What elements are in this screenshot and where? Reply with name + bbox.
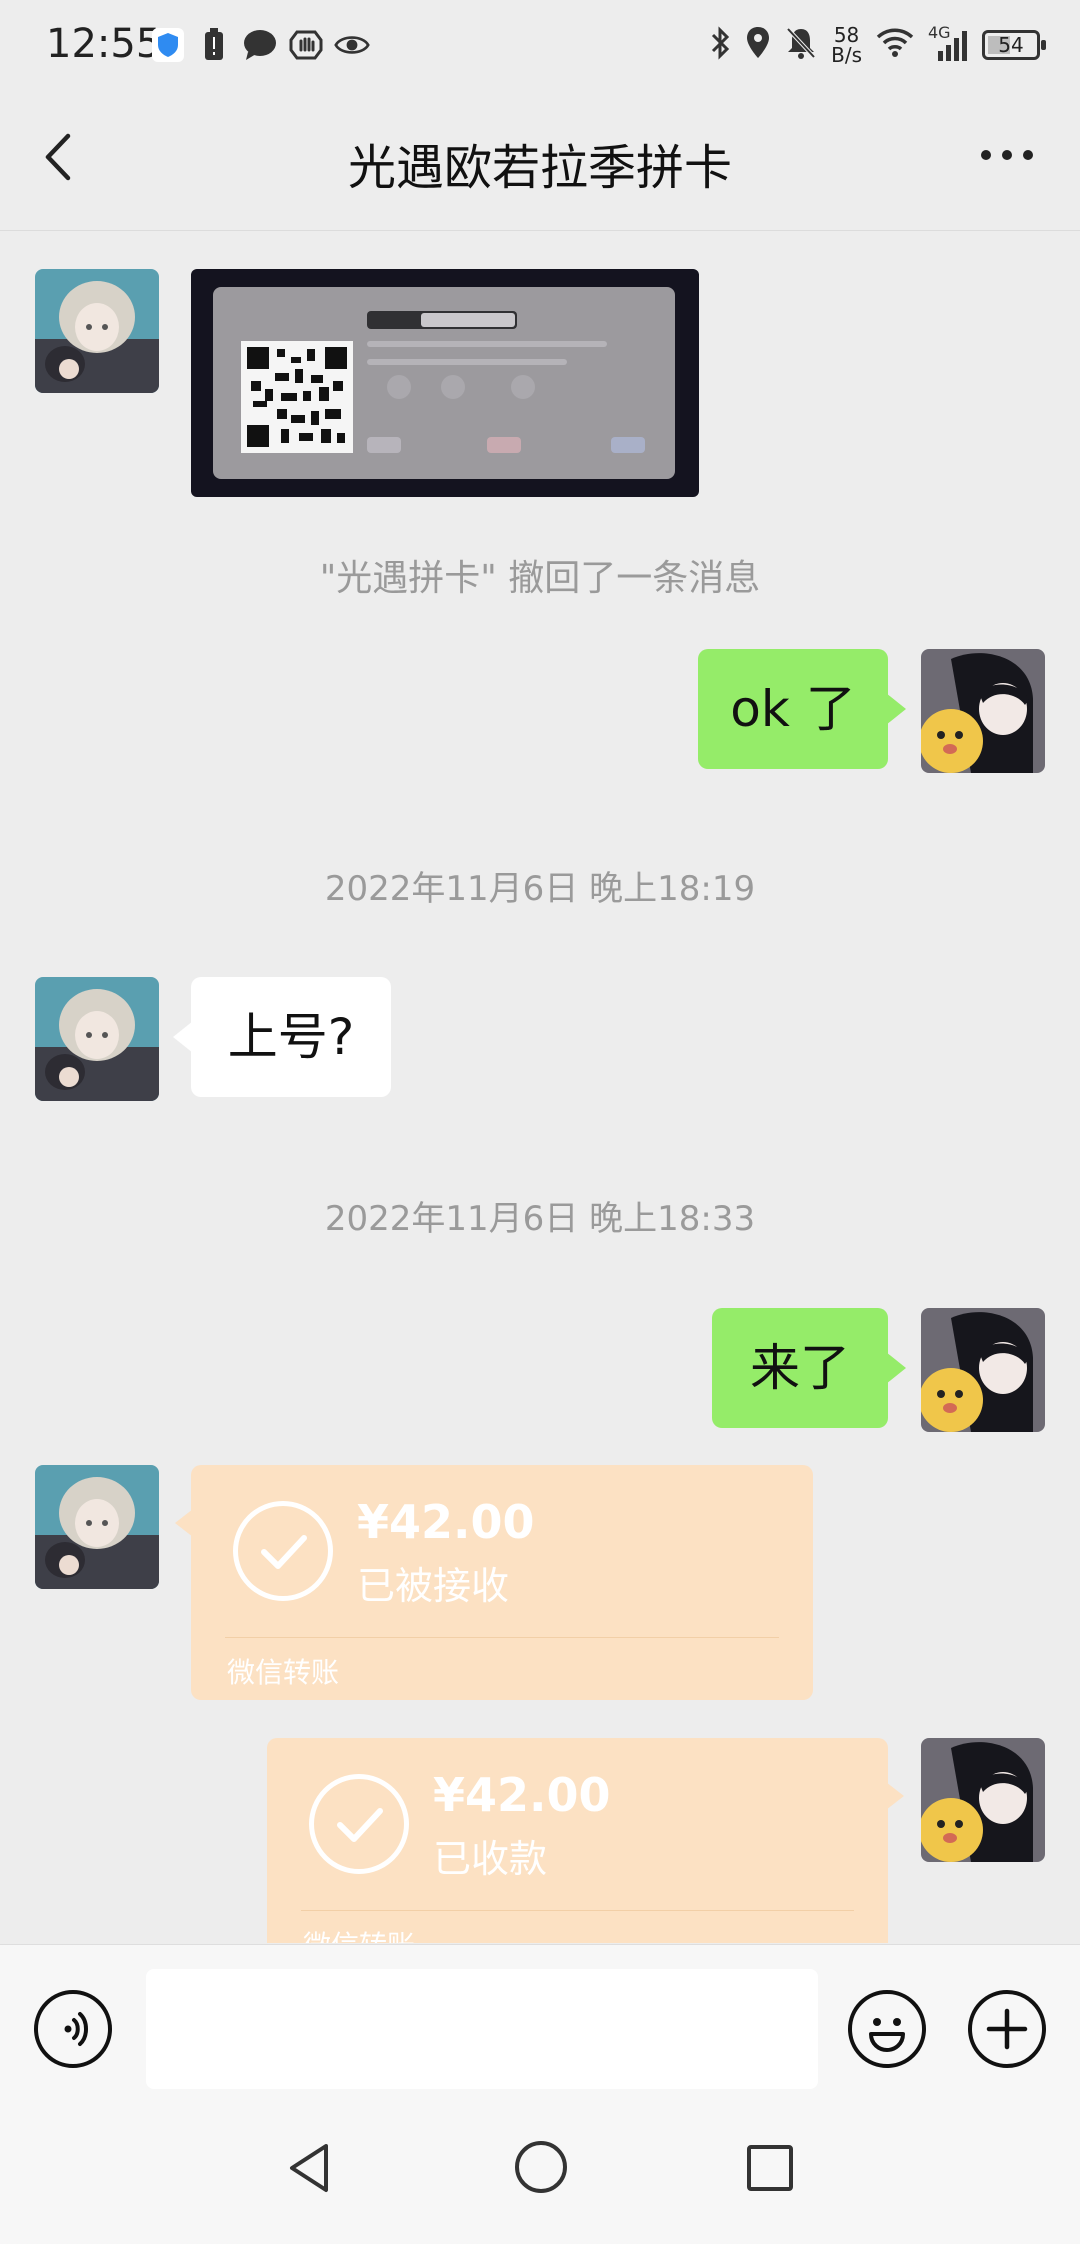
hand-icon: [288, 27, 324, 63]
transfer-footer: 微信转账: [303, 1924, 415, 1943]
wifi-icon: [876, 27, 914, 63]
plus-icon: [986, 2008, 1028, 2050]
transfer-card-received[interactable]: ¥42.00 已被接收 微信转账: [175, 1465, 813, 1700]
transfer-divider: [301, 1910, 854, 1911]
message-bubble-sent[interactable]: 来了: [712, 1308, 906, 1428]
transfer-status: 已收款: [433, 1837, 548, 1881]
avatar-self[interactable]: [921, 649, 1045, 773]
eye-icon: [334, 27, 370, 63]
transfer-card-sent[interactable]: ¥42.00 已收款 微信转账: [267, 1738, 904, 1943]
emoji-button[interactable]: [848, 1990, 926, 2068]
nav-home-button[interactable]: [510, 2136, 572, 2198]
chat-header: 光遇欧若拉季拼卡: [0, 88, 1080, 231]
system-nav-bar: [0, 2094, 1080, 2244]
status-time: 12:55: [46, 21, 162, 67]
voice-icon: [64, 2012, 88, 2046]
net-speed-unit: B/s: [831, 43, 862, 67]
voice-button[interactable]: [34, 1990, 112, 2068]
check-circle-icon: [233, 1501, 333, 1601]
avatar-contact[interactable]: [35, 977, 159, 1101]
chat-message-list[interactable]: "光遇拼卡" 撤回了一条消息 ok 了 2022年11月6日 晚上18:19 上…: [0, 231, 1080, 1943]
net-speed: 58 B/s: [831, 25, 862, 65]
nav-home-icon: [515, 2141, 567, 2193]
message-input[interactable]: [146, 1969, 818, 2089]
check-circle-icon: [309, 1774, 409, 1874]
status-right-icons: 58 B/s 4G 54: [709, 20, 1046, 70]
battery-icon: 54: [982, 30, 1046, 60]
battery-level: 54: [998, 33, 1024, 57]
input-bar: [0, 1944, 1080, 2095]
timestamp: 2022年11月6日 晚上18:19: [324, 869, 756, 909]
timestamp: 2022年11月6日 晚上18:33: [324, 1199, 756, 1239]
status-left-icons: [150, 22, 370, 68]
avatar-contact[interactable]: [35, 269, 159, 393]
status-bar: 12:55 58 B/s 4G 54: [0, 0, 1080, 88]
chat-icon: [242, 27, 278, 63]
location-icon: [745, 25, 771, 65]
cell-signal-icon: 4G: [928, 23, 968, 63]
avatar-contact[interactable]: [35, 1465, 159, 1589]
net-speed-value: 58: [833, 23, 860, 47]
recall-notice: "光遇拼卡" 撤回了一条消息: [319, 558, 761, 599]
more-button[interactable]: [972, 130, 1042, 180]
transfer-divider: [225, 1637, 779, 1638]
transfer-amount: ¥42.00: [357, 1495, 535, 1549]
nav-recents-button[interactable]: [740, 2138, 800, 2198]
nav-recents-icon: [747, 2145, 793, 2191]
chat-title: 光遇欧若拉季拼卡: [347, 140, 732, 196]
bluetooth-icon: [709, 25, 731, 65]
message-bubble-received[interactable]: 上号?: [173, 977, 391, 1097]
shared-image-message[interactable]: [191, 269, 699, 497]
nav-back-button[interactable]: [280, 2138, 340, 2198]
plus-button[interactable]: [968, 1990, 1046, 2068]
emoji-icon: [869, 2018, 905, 2052]
shield-icon: [150, 27, 186, 63]
transfer-footer: 微信转账: [227, 1656, 340, 1689]
transfer-amount: ¥42.00: [433, 1768, 611, 1822]
message-bubble-sent[interactable]: ok 了: [698, 649, 906, 769]
battery-alert-icon: [196, 27, 232, 63]
transfer-status: 已被接收: [357, 1564, 510, 1608]
more-dots-icon: [981, 150, 1033, 160]
avatar-self[interactable]: [921, 1308, 1045, 1432]
nav-back-icon: [290, 2144, 328, 2192]
mute-bell-icon: [785, 26, 817, 64]
avatar-self[interactable]: [921, 1738, 1045, 1862]
